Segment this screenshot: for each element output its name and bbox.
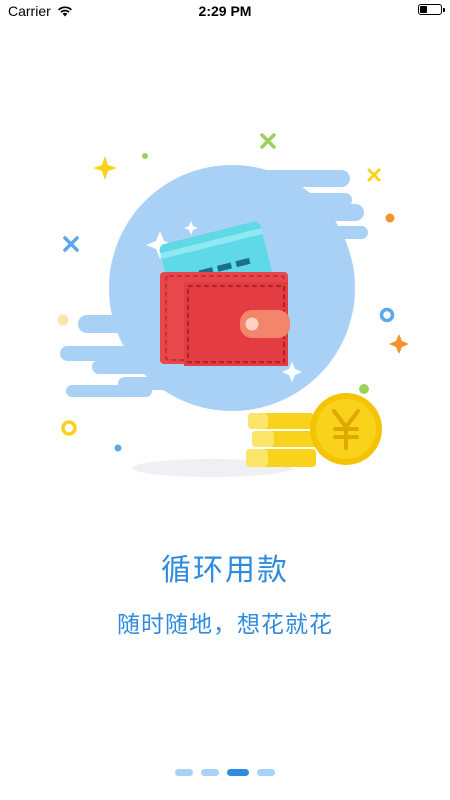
sparkle-icon xyxy=(389,334,409,354)
sparkle-icon xyxy=(93,156,117,180)
status-bar: Carrier 2:29 PM xyxy=(0,0,450,24)
page-dot[interactable] xyxy=(175,769,193,776)
dot-icon xyxy=(385,213,395,223)
page-dot[interactable] xyxy=(257,769,275,776)
onboarding-subtitle: 随时随地，想花就花 xyxy=(117,612,333,638)
page-dot[interactable] xyxy=(201,769,219,776)
cross-icon xyxy=(63,236,79,252)
yen-coin-icon xyxy=(310,393,382,465)
dot-icon xyxy=(359,384,369,394)
cross-icon xyxy=(260,133,276,149)
page-dot[interactable] xyxy=(227,769,249,776)
wallet-illustration xyxy=(57,133,409,477)
dot-icon xyxy=(114,444,122,452)
onboarding-title: 循环用款 xyxy=(161,553,289,588)
cross-icon xyxy=(367,168,381,182)
wallet-clasp xyxy=(245,317,259,331)
dot-icon xyxy=(142,153,148,159)
ring-icon xyxy=(61,420,77,436)
ring-icon xyxy=(379,307,395,323)
battery-icon xyxy=(418,4,445,15)
dot-icon xyxy=(57,314,69,326)
wallet-icon xyxy=(160,272,290,366)
page-indicator[interactable] xyxy=(0,769,450,776)
onboarding-screen: Carrier 2:29 PM 循环用款 随时随地，想花就花 xyxy=(0,0,450,800)
status-right xyxy=(418,4,445,15)
coin-stack xyxy=(246,413,322,467)
battery-level xyxy=(420,6,427,13)
status-time: 2:29 PM xyxy=(198,3,252,19)
